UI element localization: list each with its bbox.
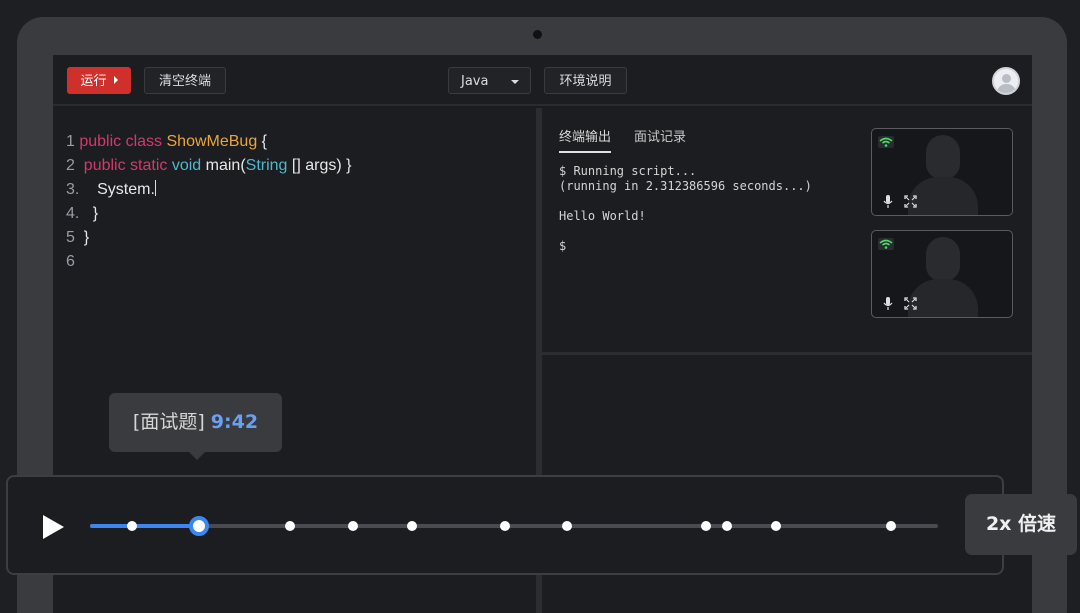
code-line: 6: [66, 250, 351, 274]
run-button[interactable]: 运行: [67, 67, 131, 94]
play-icon[interactable]: [43, 515, 64, 539]
code-line: 1 public class ShowMeBug {: [66, 130, 351, 154]
environment-info-button[interactable]: 环境说明: [544, 67, 627, 94]
video-tile-2[interactable]: [871, 230, 1013, 318]
expand-icon[interactable]: [904, 195, 917, 208]
speed-button[interactable]: 2x 倍速: [965, 494, 1077, 555]
timeline-marker[interactable]: [285, 521, 296, 531]
avatar[interactable]: [992, 67, 1020, 95]
run-label: 运行: [80, 74, 107, 89]
progress-fill: [90, 524, 200, 528]
code-token: System.: [83, 181, 155, 198]
code-token: }: [83, 205, 99, 222]
code-lines: 1 public class ShowMeBug {2 public stati…: [66, 130, 351, 274]
line-number: 1: [66, 133, 80, 150]
code-line: 5 }: [66, 226, 351, 250]
code-line: 3. System.: [66, 178, 351, 202]
line-number: 6: [66, 253, 80, 270]
question-tooltip: [面试题] 9:42: [109, 393, 282, 460]
code-token: main(: [201, 157, 246, 174]
line-number: 3.: [66, 181, 84, 198]
code-token: {: [257, 133, 268, 150]
language-value: Java: [461, 74, 489, 89]
code-token: void: [171, 157, 202, 174]
tooltip-time: 9:42: [210, 411, 259, 433]
progress-track[interactable]: [90, 516, 938, 536]
avatar-icon: [1002, 74, 1011, 83]
tab-interview-log[interactable]: 面试记录: [634, 126, 686, 145]
video-tile-1[interactable]: [871, 128, 1013, 216]
mic-icon[interactable]: [883, 297, 893, 311]
wifi-icon: [878, 238, 894, 250]
line-number: 4.: [66, 205, 84, 222]
line-number: 2: [66, 157, 80, 174]
clear-terminal-button[interactable]: 清空终端: [144, 67, 226, 94]
timeline-marker[interactable]: [407, 521, 418, 531]
tab-terminal-output[interactable]: 终端输出: [559, 126, 611, 153]
line-number: 5: [66, 229, 80, 246]
chevron-down-icon: [511, 80, 519, 84]
code-token: }: [79, 229, 90, 246]
code-token: [] args) }: [287, 157, 352, 174]
tooltip-label: [面试题]: [132, 411, 205, 433]
code-token: String: [245, 157, 288, 174]
timeline-marker[interactable]: [721, 521, 732, 531]
wifi-icon: [878, 136, 894, 148]
camera-dot: [533, 30, 542, 39]
code-token: public class: [79, 133, 167, 150]
play-small-icon: [113, 76, 118, 84]
timeline-marker[interactable]: [701, 521, 712, 531]
code-token: ShowMeBug: [166, 133, 258, 150]
timeline-marker[interactable]: [347, 521, 358, 531]
timeline-marker[interactable]: [886, 521, 897, 531]
code-line: 4. }: [66, 202, 351, 226]
progress-knob[interactable]: [189, 516, 210, 536]
timeline-marker[interactable]: [126, 521, 137, 531]
playback-bar: [6, 475, 1004, 575]
code-line: 2 public static void main(String [] args…: [66, 154, 351, 178]
text-cursor: [154, 180, 156, 196]
code-token: public static: [79, 157, 172, 174]
timeline-marker[interactable]: [499, 521, 510, 531]
mic-icon[interactable]: [883, 195, 893, 209]
language-select[interactable]: Java: [448, 67, 531, 94]
expand-icon[interactable]: [904, 297, 917, 310]
timeline-marker[interactable]: [561, 521, 572, 531]
toolbar: 运行 清空终端 Java 环境说明: [53, 55, 1032, 106]
terminal-output: $ Running script... (running in 2.312386…: [559, 164, 812, 253]
timeline-marker[interactable]: [771, 521, 782, 531]
